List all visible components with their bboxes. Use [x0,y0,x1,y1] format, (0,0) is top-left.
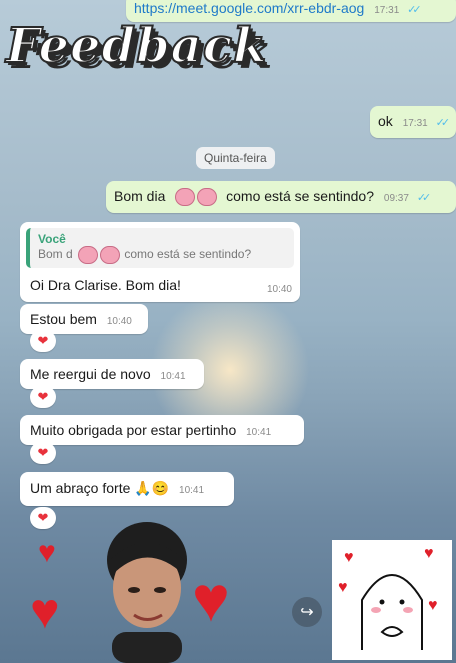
heart-sticker-icon: ♥ [30,583,60,639]
read-ticks-icon: ✓✓ [416,192,432,204]
brain-emoji-icon [78,246,99,264]
heart-reaction-icon[interactable]: ❤ [30,507,56,529]
message-time: 17:31 [402,118,428,129]
heart-reaction-icon[interactable]: ❤ [30,386,56,408]
message-reply[interactable]: Você Bom d como está se sentindo? Oi Dra… [20,222,300,302]
message-ok[interactable]: ok 17:31 ✓✓ [370,106,456,138]
message-obrigada[interactable]: Muito obrigada por estar pertinho 10:41 [20,415,304,445]
read-ticks-icon: ✓✓ [435,117,451,129]
heart-sticker-icon: ♥ [38,536,56,569]
quote-author: Você [38,232,66,246]
message-time: 10:40 [266,284,292,295]
svg-text:♥: ♥ [428,597,438,614]
avatar-sticker[interactable] [92,520,202,663]
cute-sticker[interactable]: ♥ ♥ ♥ ♥ [332,540,452,660]
message-text: Muito obrigada por estar pertinho [30,422,237,438]
forward-button[interactable]: ↪ [292,597,322,627]
message-time: 17:31 [374,5,400,16]
message-bom-dia[interactable]: Bom dia como está se sentindo? 09:37 ✓✓ [106,181,456,213]
feedback-logo: Feedback [5,17,268,75]
message-abraco[interactable]: Um abraço forte 🙏😊 10:41 [20,472,234,506]
heart-sticker-icon: ♥ [192,563,230,635]
message-time: 10:41 [160,371,186,382]
message-time: 10:41 [179,485,205,496]
quote-text: Bom d [38,247,73,262]
quoted-message[interactable]: Você Bom d como está se sentindo? [26,228,294,268]
svg-text:♥: ♥ [338,579,348,596]
message-text: Me reergui de novo [30,366,151,382]
message-text: ok [378,113,393,129]
message-text: como está se sentindo? [226,188,375,204]
message-text: Bom dia [114,188,166,204]
message-time: 10:41 [246,427,272,438]
message-time: 09:37 [383,193,409,204]
message-text: Um abraço forte 🙏😊 [30,480,170,496]
message-time: 10:40 [106,316,132,327]
brain-emoji-icon [197,188,218,207]
message-text: Estou bem [30,311,97,327]
message-text: Oi Dra Clarise. Bom dia! [30,277,181,293]
meet-link[interactable]: https://meet.google.com/xrr-ebdr-aog [134,0,364,16]
message-reergui[interactable]: Me reergui de novo 10:41 [20,359,204,389]
heart-reaction-icon[interactable]: ❤ [30,330,56,352]
heart-reaction-icon[interactable]: ❤ [30,442,56,464]
date-chip: Quinta-feira [196,147,275,169]
svg-text:♥: ♥ [424,545,434,562]
brain-emoji-icon [100,246,121,264]
brain-emoji-icon [175,188,196,207]
quote-text: como está se sentindo? [124,247,252,262]
svg-text:♥: ♥ [344,549,354,566]
read-ticks-icon: ✓✓ [407,4,422,16]
